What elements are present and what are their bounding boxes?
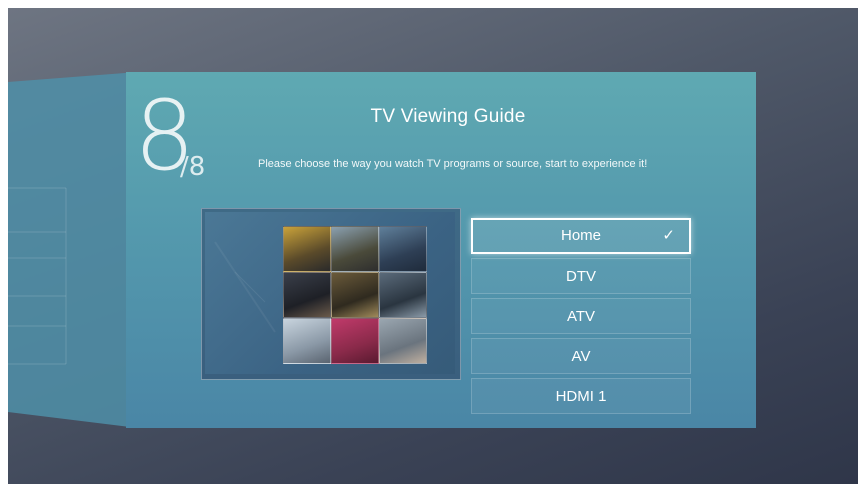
menu-item-av[interactable]: AV bbox=[471, 338, 691, 374]
step-total: /8 bbox=[180, 152, 206, 182]
guide-description: Please choose the way you watch TV progr… bbox=[258, 158, 648, 170]
side-panel bbox=[8, 8, 138, 484]
page-title: TV Viewing Guide bbox=[370, 106, 526, 127]
menu-item-dtv[interactable]: DTV bbox=[471, 258, 691, 294]
thumbnail bbox=[331, 226, 379, 272]
thumbnail bbox=[379, 272, 427, 318]
thumbnail bbox=[379, 318, 427, 364]
menu-item-atv[interactable]: ATV bbox=[471, 298, 691, 334]
thumbnail bbox=[331, 318, 379, 364]
tv-screen: 8 /8 TV Viewing Guide Please choose the … bbox=[8, 8, 858, 484]
menu-item-label: ATV bbox=[566, 308, 596, 325]
menu-item-hdmi-1[interactable]: HDMI 1 bbox=[471, 378, 691, 414]
source-preview bbox=[201, 208, 461, 380]
checkmark-icon: ✓ bbox=[662, 227, 675, 244]
thumbnail bbox=[283, 226, 331, 272]
menu-item-label: DTV bbox=[566, 268, 596, 285]
thumbnail bbox=[379, 226, 427, 272]
menu-item-label: Home bbox=[560, 227, 601, 244]
menu-item-label: AV bbox=[571, 348, 591, 365]
content-thumbnails bbox=[283, 226, 428, 366]
thumbnail bbox=[283, 318, 331, 364]
thumbnail bbox=[331, 272, 379, 318]
thumbnail bbox=[283, 272, 331, 318]
menu-item-label: HDMI 1 bbox=[555, 388, 607, 405]
preview-screen bbox=[205, 212, 455, 374]
menu-item-home[interactable]: Home ✓ bbox=[471, 218, 691, 254]
side-panel-shape bbox=[8, 72, 138, 428]
